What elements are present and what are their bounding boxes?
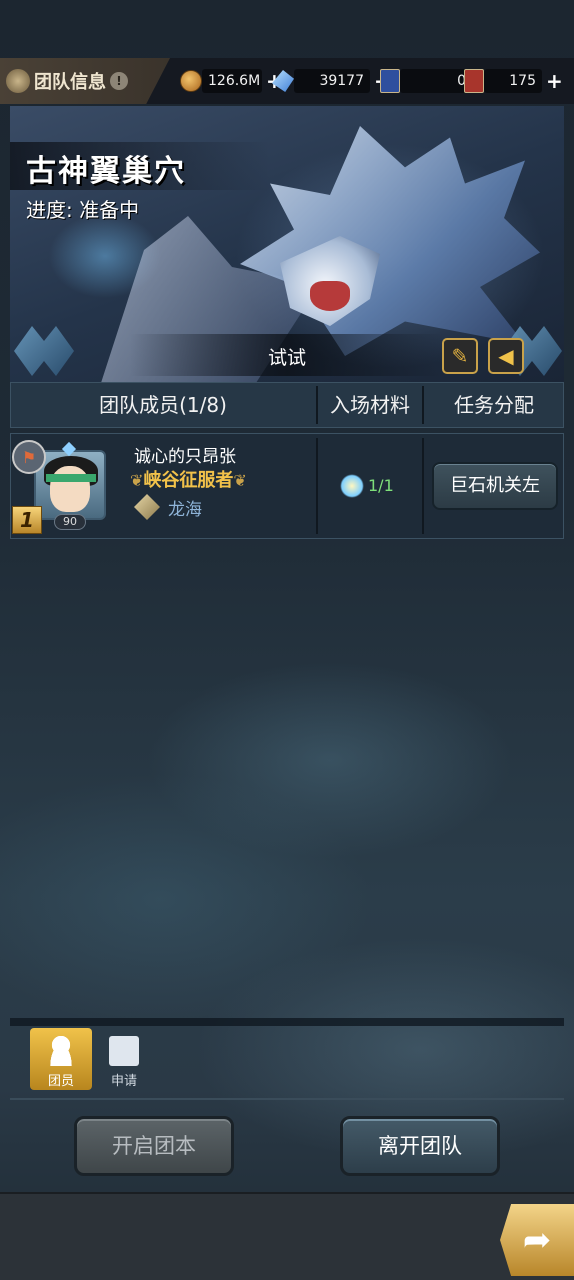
red-ticket-value: 175: [484, 69, 542, 93]
resource-crystal: 39177 +: [272, 66, 391, 96]
member-name: 诚心的只昂张: [134, 447, 236, 467]
col-tasks: 任务分配: [454, 393, 534, 417]
member-title-text: 峡谷征服者: [143, 470, 234, 491]
guild-name: 龙海: [168, 500, 202, 520]
tab-apply-label: 申请: [110, 1074, 137, 1089]
info-icon[interactable]: !: [110, 72, 128, 90]
share-icon[interactable]: ➦: [500, 1204, 574, 1276]
raid-progress: 进度: 准备中: [26, 198, 140, 222]
col-members: 团队成员(1/8): [99, 393, 227, 417]
divider: [316, 438, 318, 534]
coin-icon: [180, 70, 202, 92]
tab-members-label: 团员: [47, 1074, 74, 1089]
team-emblem-icon: [6, 69, 30, 93]
resource-red-ticket: 175 +: [464, 66, 563, 96]
blue-ticket-icon: [380, 69, 400, 93]
red-ticket-icon: [464, 69, 484, 93]
team-name: 试试: [267, 347, 306, 369]
page-title-tab: 团队信息 !: [0, 58, 170, 104]
resource-blue-ticket: 0: [380, 66, 472, 96]
tab-members[interactable]: 团员: [30, 1028, 92, 1090]
announce-icon[interactable]: ◀: [488, 338, 524, 374]
avatar-headband: [46, 474, 96, 482]
gold-value: 126.6M: [202, 69, 262, 93]
footer-bar: [0, 1192, 574, 1280]
task-assign-button[interactable]: 巨石机关左: [432, 462, 558, 510]
start-raid-button[interactable]: 开启团本: [74, 1116, 234, 1176]
crystal-icon: [272, 70, 294, 92]
crystal-value: 39177: [294, 69, 370, 93]
tab-divider: [10, 1098, 564, 1100]
material-count: 1/1: [368, 476, 394, 495]
resource-gold: 126.6M +: [180, 66, 283, 96]
material-icon: [340, 474, 364, 498]
tab-apply[interactable]: 申请: [96, 1028, 152, 1090]
members-icon: [46, 1036, 76, 1066]
avatar-face: [50, 466, 90, 512]
divider: [422, 438, 424, 534]
panel-separator: [10, 1018, 564, 1026]
raid-name: 古神翼巢穴: [26, 154, 186, 189]
blue-ticket-value: 0: [400, 69, 472, 93]
leader-axe-icon: ⚑: [12, 440, 46, 474]
rank-badge: 1: [12, 506, 42, 534]
dragon-mouth-art: [310, 281, 350, 311]
leave-team-button[interactable]: 离开团队: [340, 1116, 500, 1176]
level-badge: 90: [54, 514, 86, 530]
laurel-right-icon: ❦: [233, 471, 247, 490]
application-icon: [109, 1036, 139, 1066]
add-red-ticket-button[interactable]: +: [546, 69, 563, 93]
laurel-left-icon: ❦: [130, 471, 144, 490]
col-materials: 入场材料: [330, 393, 410, 417]
member-title: ❦峡谷征服者❦: [130, 466, 247, 492]
page-title: 团队信息: [34, 72, 106, 93]
edit-icon[interactable]: ✎: [442, 338, 478, 374]
